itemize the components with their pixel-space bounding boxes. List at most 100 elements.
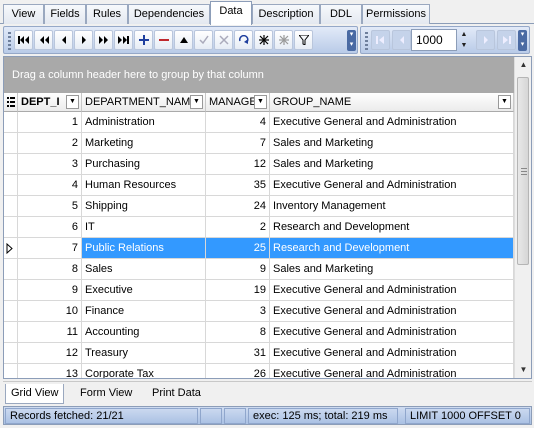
row-indicator[interactable] xyxy=(4,175,18,196)
table-row[interactable]: 6 IT 2 Research and Development xyxy=(4,217,514,238)
table-row[interactable]: 10 Finance 3 Executive General and Administ… xyxy=(4,301,514,322)
tab-dependencies[interactable]: Dependencies xyxy=(128,4,210,24)
prior-limit-page-icon[interactable] xyxy=(392,30,411,50)
filter-icon[interactable] xyxy=(294,30,313,50)
table-row[interactable]: 5 Shipping 24 Inventory Management xyxy=(4,196,514,217)
table-row[interactable]: 8 Sales 9 Sales and Marketing xyxy=(4,259,514,280)
cell-group-name[interactable]: Research and Development xyxy=(270,238,514,259)
cell-manager[interactable]: 31 xyxy=(206,343,270,364)
cell-manager[interactable]: 19 xyxy=(206,280,270,301)
cell-manager[interactable]: 24 xyxy=(206,196,270,217)
cell-dept-id[interactable]: 10 xyxy=(18,301,82,322)
row-indicator[interactable] xyxy=(4,259,18,280)
bookmark-icon[interactable] xyxy=(254,30,273,50)
cell-group-name[interactable]: Executive General and Administration xyxy=(270,322,514,343)
toolbar-options-chevron[interactable]: ▾ ▾ xyxy=(347,30,356,51)
cell-group-name[interactable]: Inventory Management xyxy=(270,196,514,217)
cell-group-name[interactable]: Sales and Marketing xyxy=(270,133,514,154)
cell-manager[interactable]: 9 xyxy=(206,259,270,280)
cell-dept-id[interactable]: 9 xyxy=(18,280,82,301)
dropdown-arrow-icon[interactable]: ▼ xyxy=(498,95,511,109)
tab-rules[interactable]: Rules xyxy=(86,4,128,24)
tab-ddl[interactable]: DDL xyxy=(320,4,362,24)
cell-manager[interactable]: 2 xyxy=(206,217,270,238)
table-row[interactable]: 12 Treasury 31 Executive General and Admini… xyxy=(4,343,514,364)
column-header-group-name[interactable]: GROUP_NAME ▼ xyxy=(270,93,514,112)
cell-group-name[interactable]: Executive General and Administration xyxy=(270,175,514,196)
cancel-icon[interactable] xyxy=(214,30,233,50)
cell-dept-id[interactable]: 1 xyxy=(18,112,82,133)
spin-down-icon[interactable]: ▼ xyxy=(457,40,471,51)
next-record-icon[interactable] xyxy=(74,30,93,50)
cell-department-name[interactable]: Sales xyxy=(82,259,206,280)
column-header-dept-id[interactable]: DEPT_I ▼ xyxy=(18,93,82,112)
cell-manager[interactable]: 8 xyxy=(206,322,270,343)
cell-department-name[interactable]: Human Resources xyxy=(82,175,206,196)
column-header-department-name[interactable]: DEPARTMENT_NAM ▼ xyxy=(82,93,206,112)
cell-group-name[interactable]: Executive General and Administration xyxy=(270,112,514,133)
scroll-thumb[interactable] xyxy=(517,77,529,265)
edit-icon[interactable] xyxy=(174,30,193,50)
limit-input[interactable]: 1000 xyxy=(411,29,457,51)
cell-dept-id[interactable]: 11 xyxy=(18,322,82,343)
scroll-down-icon[interactable]: ▼ xyxy=(515,362,531,378)
insert-icon[interactable] xyxy=(134,30,153,50)
row-indicator[interactable] xyxy=(4,196,18,217)
cell-dept-id[interactable]: 12 xyxy=(18,343,82,364)
cell-dept-id[interactable]: 3 xyxy=(18,154,82,175)
cell-dept-id[interactable]: 8 xyxy=(18,259,82,280)
vertical-scrollbar[interactable]: ▲ ▼ xyxy=(514,57,531,378)
tab-form-view[interactable]: Form View xyxy=(75,384,137,404)
next-limit-page-icon[interactable] xyxy=(476,30,495,50)
cell-group-name[interactable]: Executive General and Administration xyxy=(270,301,514,322)
cell-department-name[interactable]: Treasury xyxy=(82,343,206,364)
cell-group-name[interactable]: Sales and Marketing xyxy=(270,259,514,280)
table-row[interactable]: 9 Executive 19 Executive General and Admini… xyxy=(4,280,514,301)
row-indicator[interactable] xyxy=(4,322,18,343)
table-row[interactable]: 11 Accounting 8 Executive General and Admin… xyxy=(4,322,514,343)
cell-dept-id[interactable]: 6 xyxy=(18,217,82,238)
row-indicator[interactable] xyxy=(4,133,18,154)
cell-department-name[interactable]: Executive xyxy=(82,280,206,301)
table-row[interactable]: 7 Public Relations 25 Research and Developm… xyxy=(4,238,514,259)
cell-dept-id[interactable]: 4 xyxy=(18,175,82,196)
row-indicator[interactable] xyxy=(4,343,18,364)
cell-department-name[interactable]: Accounting xyxy=(82,322,206,343)
row-indicator[interactable] xyxy=(4,364,18,378)
last-limit-page-icon[interactable] xyxy=(497,30,516,50)
cell-department-name[interactable]: Purchasing xyxy=(82,154,206,175)
row-indicator[interactable] xyxy=(4,217,18,238)
clear-bookmarks-icon[interactable] xyxy=(274,30,293,50)
dropdown-arrow-icon[interactable]: ▼ xyxy=(254,95,267,109)
cell-manager[interactable]: 4 xyxy=(206,112,270,133)
tab-data[interactable]: Data xyxy=(210,1,252,25)
table-row[interactable]: 13 Corporate Tax 26 Executive General and A… xyxy=(4,364,514,378)
cell-department-name[interactable]: Public Relations xyxy=(82,238,206,259)
delete-icon[interactable] xyxy=(154,30,173,50)
table-row[interactable]: 2 Marketing 7 Sales and Marketing xyxy=(4,133,514,154)
dropdown-arrow-icon[interactable]: ▼ xyxy=(66,95,79,109)
row-indicator[interactable] xyxy=(4,154,18,175)
row-indicator[interactable] xyxy=(4,112,18,133)
first-limit-page-icon[interactable] xyxy=(371,30,390,50)
toolbar-options-chevron[interactable]: ▾ ▾ xyxy=(518,30,527,51)
cell-department-name[interactable]: Finance xyxy=(82,301,206,322)
dropdown-arrow-icon[interactable]: ▼ xyxy=(190,95,203,109)
toolbar-grip[interactable] xyxy=(8,32,11,50)
cell-manager[interactable]: 26 xyxy=(206,364,270,378)
toolbar-grip[interactable] xyxy=(365,32,368,50)
tab-fields[interactable]: Fields xyxy=(44,4,86,24)
cell-dept-id[interactable]: 13 xyxy=(18,364,82,378)
table-row[interactable]: 3 Purchasing 12 Sales and Marketing xyxy=(4,154,514,175)
refresh-icon[interactable] xyxy=(234,30,253,50)
cell-group-name[interactable]: Sales and Marketing xyxy=(270,154,514,175)
cell-department-name[interactable]: IT xyxy=(82,217,206,238)
table-row[interactable]: 4 Human Resources 35 Executive General and … xyxy=(4,175,514,196)
cell-group-name[interactable]: Executive General and Administration xyxy=(270,280,514,301)
cell-group-name[interactable]: Research and Development xyxy=(270,217,514,238)
cell-manager[interactable]: 35 xyxy=(206,175,270,196)
next-page-icon[interactable] xyxy=(94,30,113,50)
row-indicator[interactable] xyxy=(4,280,18,301)
tab-description[interactable]: Description xyxy=(252,4,320,24)
cell-manager[interactable]: 12 xyxy=(206,154,270,175)
